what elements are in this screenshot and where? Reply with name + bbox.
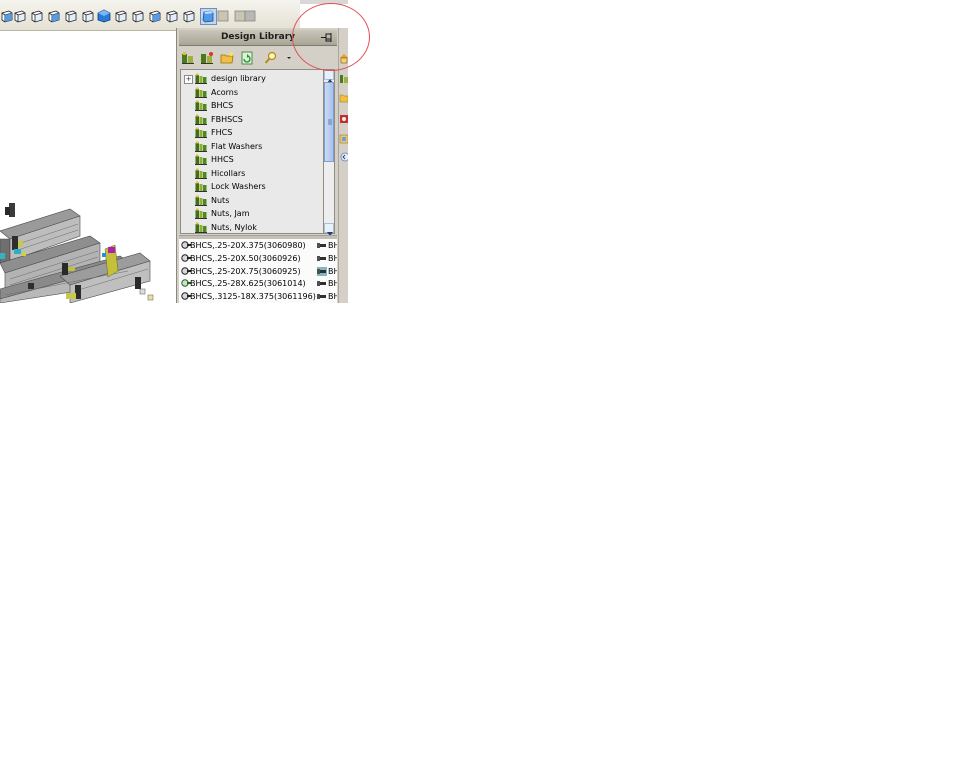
- library-tree: + design library Acorns BHCS FBHSCS FHCS Flat …: [180, 69, 328, 234]
- shaded-with-edges-icon[interactable]: [182, 9, 197, 24]
- tree-item[interactable]: Flat Washers: [181, 140, 326, 153]
- part-thumbnail-item[interactable]: BH: [315, 239, 337, 252]
- bolt-thumbnail-icon: [317, 266, 327, 276]
- graphics-viewport[interactable]: [0, 31, 176, 303]
- shadows-icon[interactable]: [216, 9, 231, 24]
- tree-item[interactable]: Nuts, Nylok: [181, 221, 326, 234]
- right-view-icon[interactable]: [64, 9, 79, 24]
- bolt-thumbnail-icon: [317, 241, 327, 250]
- tree-item[interactable]: Acorns: [181, 86, 326, 99]
- tree-item-label: BHCS: [211, 101, 234, 110]
- part-thumbnail-item[interactable]: BH: [315, 290, 337, 303]
- part-item[interactable]: BHCS,.25-20X.375(3060980): [179, 239, 313, 252]
- library-folder-icon: [195, 141, 207, 152]
- design-library-panel: Design Library + design library Acorns B…: [176, 28, 339, 303]
- library-folder-icon: [195, 154, 207, 165]
- collapse-chevron-icon[interactable]: [339, 149, 348, 163]
- bolt-thumbnail-icon: [317, 254, 327, 263]
- part-thumbnail-label: BH: [328, 292, 337, 302]
- tree-item[interactable]: FHCS: [181, 126, 326, 139]
- part-item[interactable]: BHCS,.3125-18X.375(3061196): [179, 290, 316, 303]
- library-folder-icon: [195, 127, 207, 138]
- tree-item-label: FBHSCS: [211, 114, 243, 124]
- bottom-view-icon[interactable]: [97, 9, 112, 24]
- refresh-icon[interactable]: [240, 50, 254, 65]
- library-folder-icon: [195, 73, 207, 84]
- panel-title: Design Library: [220, 32, 296, 42]
- tree-item[interactable]: HHCS: [181, 153, 326, 166]
- parts-list: BHCS,.25-20X.375(3060980) BH BHCS,.25-20X.…: [179, 239, 337, 303]
- part-thumbnail-label: BH: [328, 279, 337, 289]
- part-item[interactable]: BHCS,.25-20X.75(3060925): [179, 265, 313, 278]
- part-item-label: BHCS,.25-20X.375(3060980): [190, 241, 306, 250]
- part-item[interactable]: BHCS,.25-28X.625(3061014): [179, 277, 313, 290]
- shaded-icon[interactable]: [200, 8, 217, 25]
- hidden-lines-removed-icon[interactable]: [165, 9, 180, 24]
- view-toolbar: [0, 0, 300, 31]
- appearances-icon[interactable]: [339, 130, 348, 144]
- search-icon[interactable]: [264, 50, 278, 64]
- part-thumbnail-label: BH: [328, 266, 337, 276]
- tree-item-label: Nuts: [211, 195, 230, 205]
- annotation-circle: [292, 3, 370, 71]
- tree-item-label: design library: [211, 74, 266, 83]
- scroll-thumb[interactable]: [324, 82, 334, 162]
- library-folder-icon: [195, 87, 207, 98]
- part-thumbnail-item[interactable]: BH: [315, 252, 337, 265]
- tree-item-label: Acorns: [211, 87, 239, 97]
- part-thumbnail-item[interactable]: BH: [315, 265, 337, 278]
- tree-item[interactable]: Hicollars: [181, 167, 326, 180]
- tree-item-label: Hicollars: [211, 168, 246, 178]
- part-item-label: BHCS,.25-20X.75(3060925): [190, 266, 301, 276]
- library-folder-icon: [195, 114, 207, 125]
- bolt-thumbnail-icon: [317, 279, 327, 288]
- tree-item[interactable]: Nuts: [181, 194, 326, 207]
- part-thumbnail-item[interactable]: BH: [315, 277, 337, 290]
- back-view-icon[interactable]: [30, 9, 45, 24]
- library-folder-icon: [195, 195, 207, 206]
- bolt-thumbnail-icon: [317, 292, 327, 301]
- part-thumbnail-label: BH: [328, 241, 337, 250]
- tree-item-label: Lock Washers: [211, 182, 266, 191]
- tree-scrollbar[interactable]: [323, 69, 335, 236]
- tree-item[interactable]: + design library: [181, 72, 326, 85]
- library-folder-icon: [195, 181, 207, 192]
- add-to-library-icon[interactable]: [181, 50, 195, 64]
- top-view-icon[interactable]: [81, 9, 96, 24]
- wireframe-icon[interactable]: [131, 9, 146, 24]
- tree-item[interactable]: FBHSCS: [181, 113, 326, 126]
- front-view-icon[interactable]: [13, 9, 28, 24]
- tree-item-label: HHCS: [211, 155, 234, 164]
- tree-item-label: FHCS: [211, 128, 233, 137]
- part-item-label: BHCS,.25-28X.625(3061014): [190, 279, 306, 289]
- dropdown-arrow-icon[interactable]: [283, 50, 297, 64]
- tree-item[interactable]: Nuts, Jam: [181, 207, 326, 220]
- design-library-tab-icon[interactable]: [339, 70, 348, 84]
- left-view-icon[interactable]: [47, 9, 62, 24]
- tree-item-label: Nuts, Jam: [211, 209, 250, 218]
- library-folder-icon: [195, 208, 207, 219]
- isometric-view-icon[interactable]: [114, 9, 129, 24]
- scroll-down-icon[interactable]: [324, 223, 334, 236]
- assembly-model-icon: [0, 203, 154, 303]
- tree-item-label: Flat Washers: [211, 141, 263, 151]
- view-palette-icon[interactable]: [339, 110, 348, 124]
- tree-item[interactable]: Lock Washers: [181, 180, 326, 193]
- expand-icon[interactable]: +: [184, 75, 193, 84]
- library-folder-icon: [195, 168, 207, 179]
- library-folder-icon: [195, 100, 207, 111]
- scroll-up-icon[interactable]: [324, 70, 334, 83]
- realview-icon[interactable]: [243, 9, 258, 24]
- library-folder-icon: [195, 222, 207, 233]
- part-item-label: BHCS,.3125-18X.375(3061196): [190, 292, 316, 302]
- add-file-location-icon[interactable]: [200, 50, 214, 64]
- part-item[interactable]: BHCS,.25-20X.50(3060926): [179, 252, 313, 265]
- part-item-label: BHCS,.25-20X.50(3060926): [190, 253, 301, 263]
- create-folder-icon[interactable]: [220, 50, 234, 64]
- tree-item[interactable]: BHCS: [181, 99, 326, 112]
- file-explorer-icon[interactable]: [339, 89, 348, 103]
- part-thumbnail-label: BH: [328, 253, 337, 263]
- hidden-lines-visible-icon[interactable]: [148, 9, 163, 24]
- tree-item-label: Nuts, Nylok: [211, 222, 257, 232]
